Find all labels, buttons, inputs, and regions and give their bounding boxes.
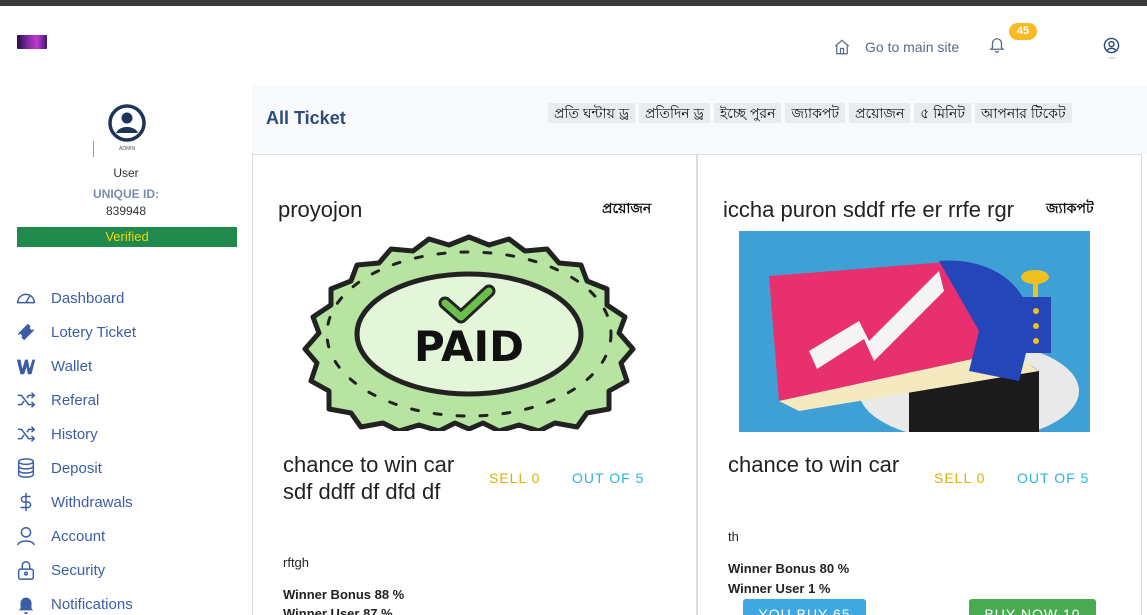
you-buy-button[interactable]: YOU BUY 65 — [743, 599, 866, 615]
paid-badge-text: PAID — [414, 322, 524, 371]
ticket-sell-count: SELL 0 — [489, 470, 541, 486]
avatar-divider — [93, 141, 94, 157]
user-icon — [17, 527, 35, 546]
ticket-out-of: OUT OF 5 — [572, 470, 645, 486]
filter-5-minute[interactable]: ৫ মিনিট — [914, 103, 972, 123]
home-icon — [834, 39, 850, 55]
filter-hourly-draw[interactable]: প্রতি ঘন্টায় ড্র — [548, 103, 635, 123]
ticket-title: iccha puron sddf rfe er rrfe rgr — [723, 197, 1015, 222]
site-logo[interactable] — [17, 35, 47, 49]
ticket-category: জ্যাকপট — [1046, 200, 1094, 216]
filter-your-ticket[interactable]: আপনার টিকেট — [975, 103, 1072, 123]
ticket-title: proyojon — [278, 197, 363, 222]
sidebar-item-notifications[interactable]: Notifications — [15, 592, 245, 615]
ticket-prize: chance to win car sdf ddff df dfd df — [283, 452, 455, 504]
sidebar-item-wallet[interactable]: Wallet — [15, 354, 245, 378]
ticket-image — [739, 231, 1090, 432]
ticket-sell-count: SELL 0 — [934, 470, 986, 486]
sidebar-item-label: Dashboard — [51, 289, 125, 307]
avatar-caption: ADMIN — [119, 146, 136, 152]
ticket-card: iccha puron sddf rfe er rrfe rgr জ্যাকপট… — [697, 154, 1142, 615]
ticket-category: প্রয়োজন — [602, 200, 652, 216]
ticket-description: rftgh — [283, 555, 310, 570]
filter-daily-draw[interactable]: প্রতিদিন ড্র — [638, 103, 710, 123]
profile-caption — [1109, 57, 1115, 59]
ticket-winner-bonus: Winner Bonus 88 % — [283, 587, 405, 602]
sidebar-item-account[interactable]: Account — [15, 524, 245, 548]
sidebar-item-label: History — [51, 425, 98, 443]
wallet-icon — [16, 359, 36, 375]
sidebar-item-label: Notifications — [51, 595, 133, 613]
ticket-prize: chance to win car — [728, 452, 900, 477]
verified-badge: Verified — [17, 227, 237, 247]
filter-wish[interactable]: ইচ্ছে পুরন — [713, 103, 782, 123]
lock-icon — [17, 561, 35, 580]
ticket-winner-user: Winner User 1 % — [728, 581, 831, 596]
bell-icon[interactable] — [988, 34, 1006, 54]
paid-badge-image: PAID — [302, 234, 636, 431]
sidebar-item-label: Security — [51, 561, 106, 579]
sidebar-item-dashboard[interactable]: Dashboard — [15, 286, 245, 310]
database-icon — [17, 458, 35, 478]
category-filters: প্রতি ঘন্টায় ড্র প্রতিদিন ড্র ইচ্ছে পুরন জ… — [548, 103, 1128, 124]
dollar-icon — [20, 492, 32, 512]
sidebar-item-label: Deposit — [51, 459, 102, 477]
sidebar-item-referal[interactable]: Referal — [15, 388, 245, 412]
sidebar-item-history[interactable]: History — [15, 422, 245, 446]
sidebar-item-label: Wallet — [51, 357, 93, 375]
shuffle-icon — [17, 392, 36, 408]
user-role: User — [113, 166, 139, 180]
shuffle-icon — [17, 426, 36, 442]
ticket-card: proyojon প্রয়োজন PAID chance to win car… — [252, 154, 697, 615]
sidebar-item-deposit[interactable]: Deposit — [15, 456, 245, 480]
go-to-main-site-link[interactable]: Go to main site — [833, 36, 959, 58]
sidebar-item-withdrawals[interactable]: Withdrawals — [15, 490, 245, 514]
ticket-out-of: OUT OF 5 — [1017, 470, 1090, 486]
page-title: All Ticket — [266, 108, 346, 128]
header: Go to main site 45 — [0, 6, 1147, 86]
home-link-label: Go to main site — [865, 39, 960, 55]
unique-id-value: 839948 — [105, 204, 147, 218]
buy-now-button[interactable]: BUY NOW 10 — [969, 599, 1096, 615]
profile-icon[interactable] — [1103, 37, 1120, 54]
unique-id-label: UNIQUE ID: — [93, 187, 159, 201]
notification-badge: 45 — [1009, 23, 1037, 40]
filter-jackpot[interactable]: জ্যাকপট — [785, 103, 846, 123]
ticket-description: th — [728, 529, 739, 544]
filter-need[interactable]: প্রয়োজন — [849, 103, 911, 123]
bell-icon — [18, 597, 34, 615]
sidebar-item-security[interactable]: Security — [15, 558, 245, 582]
ticket-winner-bonus: Winner Bonus 80 % — [728, 561, 850, 576]
sidebar-item-label: Withdrawals — [51, 493, 133, 511]
ticket-icon — [17, 323, 35, 341]
sidebar-item-label: Referal — [51, 391, 100, 409]
sidebar-item-label: Lotery Ticket — [51, 323, 137, 341]
ticket-winner-user: Winner User 87 % — [283, 606, 393, 615]
dashboard-icon — [17, 293, 35, 304]
sidebar-item-label: Account — [51, 527, 106, 545]
sidebar-item-lotery-ticket[interactable]: Lotery Ticket — [15, 320, 245, 344]
sidebar: ADMIN User UNIQUE ID: 839948 Verified Da… — [0, 86, 252, 615]
ticket-toolbar: All Ticket প্রতি ঘন্টায় ড্র প্রতিদিন ড্র… — [252, 86, 1147, 154]
